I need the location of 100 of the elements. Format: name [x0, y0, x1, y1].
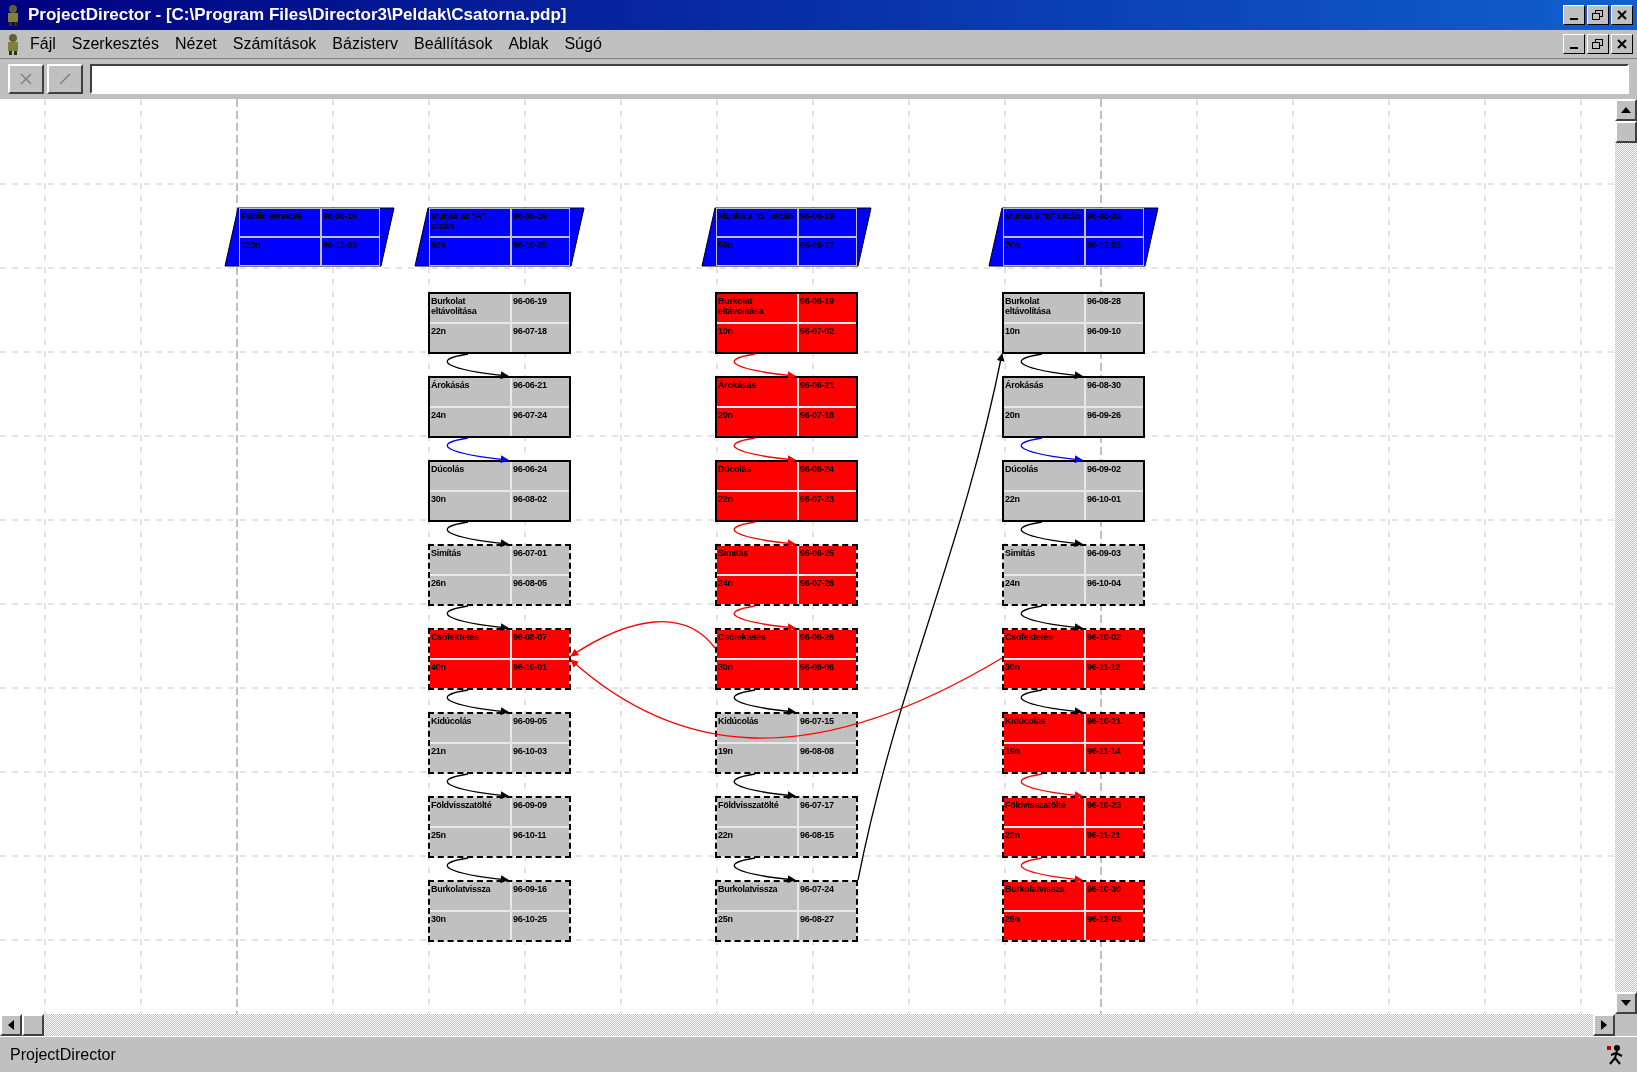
task-node[interactable]: Csőfektetés 96-06-26 30n 96-08-06 [715, 628, 858, 690]
scroll-thumb[interactable] [22, 1014, 44, 1036]
vertical-scrollbar[interactable] [1615, 99, 1637, 1014]
task-duration: 22n [717, 492, 797, 520]
task-node[interactable]: Dúcolás 96-09-02 22n 96-10-01 [1002, 460, 1145, 522]
end-date: 96-10-03 [512, 744, 569, 772]
minimize-button[interactable] [1563, 34, 1585, 54]
task-name: Kidúcolás [1004, 714, 1084, 742]
task-duration: 25n [1004, 912, 1084, 940]
start-date: 96-06-26 [799, 630, 856, 658]
start-date: 96-09-09 [512, 798, 569, 826]
restore-button[interactable] [1587, 34, 1609, 54]
start-date: 96-06-25 [799, 546, 856, 574]
menu-item[interactable]: Bázisterv [324, 33, 407, 55]
task-name: Burkolat eltávolítása [430, 294, 510, 322]
start-date: 96-09-02 [1086, 462, 1143, 490]
scroll-thumb[interactable] [1615, 121, 1637, 143]
task-name: Földvisszatölté [430, 798, 510, 826]
task-node[interactable]: Burkolat eltávolítása 96-06-19 22n 96-07-18 [428, 292, 571, 354]
restore-button[interactable] [1587, 5, 1609, 25]
confirm-button[interactable] [47, 64, 83, 94]
task-node[interactable]: Simítás 96-09-03 24n 96-10-04 [1002, 544, 1145, 606]
end-date: 96-12-03 [1086, 912, 1143, 940]
task-name: Csőfektetés [1004, 630, 1084, 658]
task-duration: 22n [1004, 828, 1084, 856]
scroll-left-button[interactable] [0, 1014, 22, 1036]
task-node[interactable]: Dúcolás 96-06-24 22n 96-07-23 [715, 460, 858, 522]
menu-item[interactable]: Súgó [556, 33, 610, 55]
task-duration: 22n [717, 828, 797, 856]
task-name: Simítás [1004, 546, 1084, 574]
task-node[interactable]: Dúcolás 96-06-24 30n 96-08-02 [428, 460, 571, 522]
task-node[interactable]: Árokásás 96-06-21 20n 96-07-18 [715, 376, 858, 438]
end-date: 96-08-05 [512, 576, 569, 604]
task-node[interactable]: Csőfektetés 96-10-02 30n 96-11-12 [1002, 628, 1145, 690]
menu-item[interactable]: Nézet [166, 33, 225, 55]
task-name: Kidúcolás [430, 714, 510, 742]
task-node[interactable]: Simítás 96-07-01 26n 96-08-05 [428, 544, 571, 606]
task-node[interactable]: Simítás 96-06-25 24n 96-07-26 [715, 544, 858, 606]
task-node[interactable]: Kidúcolás 96-09-05 21n 96-10-03 [428, 712, 571, 774]
scroll-right-button[interactable] [1593, 1014, 1615, 1036]
menu-item[interactable]: Számítások [224, 33, 325, 55]
start-date: 96-06-21 [799, 378, 856, 406]
end-date: 96-08-02 [512, 492, 569, 520]
task-node[interactable]: Földvisszatölté 96-09-09 25n 96-10-11 [428, 796, 571, 858]
close-button[interactable] [1611, 5, 1633, 25]
task-node[interactable]: Kidúcolás 96-07-15 19n 96-08-08 [715, 712, 858, 774]
horizontal-scrollbar[interactable] [0, 1014, 1637, 1036]
task-duration: 10n [1004, 324, 1084, 352]
task-node[interactable]: Földvisszatölté 96-07-17 22n 96-08-15 [715, 796, 858, 858]
close-button[interactable] [1611, 34, 1633, 54]
task-node[interactable]: Csőfektetés 96-08-07 40n 96-10-01 [428, 628, 571, 690]
start-date: 96-06-19 [799, 294, 856, 322]
minimize-icon [1570, 47, 1578, 49]
task-duration: 25n [430, 828, 510, 856]
status-text: ProjectDirector [10, 1045, 117, 1064]
task-duration: 30n [430, 912, 510, 940]
task-node[interactable]: Kidúcolás 96-10-21 19n 96-11-14 [1002, 712, 1145, 774]
task-name: Földvisszatölté [1004, 798, 1084, 826]
task-name: Dúcolás [430, 462, 510, 490]
cancel-button[interactable] [8, 64, 44, 94]
left-arrow-icon [8, 1020, 14, 1030]
start-date: 96-06-24 [512, 462, 569, 490]
end-date: 96-07-23 [799, 492, 856, 520]
task-duration: 10n [717, 324, 797, 352]
task-duration: 24n [717, 576, 797, 604]
task-node[interactable]: Burkolat eltávolítása 96-06-19 10n 96-07-02 [715, 292, 858, 354]
menu-item[interactable]: Beállítások [406, 33, 501, 55]
end-date: 96-08-15 [799, 828, 856, 856]
minimize-button[interactable] [1563, 5, 1585, 25]
end-date: 96-07-18 [512, 324, 569, 352]
task-duration: 30n [430, 492, 510, 520]
task-name: Dúcolás [1004, 462, 1084, 490]
task-node[interactable]: Földvisszatölté 96-10-23 22n 96-11-21 [1002, 796, 1145, 858]
task-duration: 22n [430, 324, 510, 352]
input-field[interactable] [90, 64, 1629, 94]
task-node[interactable]: Burkolatvissza 96-09-16 30n 96-10-25 [428, 880, 571, 942]
task-node[interactable]: Árokásás 96-06-21 24n 96-07-24 [428, 376, 571, 438]
end-date: 96-09-10 [1086, 324, 1143, 352]
task-name: Földvisszatölté [717, 798, 797, 826]
menu-item[interactable]: Szerkesztés [63, 33, 167, 55]
menu-item[interactable]: Ablak [500, 33, 557, 55]
task-node[interactable]: Burkolatvissza 96-10-30 25n 96-12-03 [1002, 880, 1145, 942]
menu-item[interactable]: Fájl [22, 33, 64, 55]
scroll-up-button[interactable] [1615, 99, 1637, 121]
task-name: Árokásás [717, 378, 797, 406]
end-date: 96-09-26 [1086, 408, 1143, 436]
task-duration: 19n [717, 744, 797, 772]
start-date: 96-06-21 [512, 378, 569, 406]
start-date: 96-08-30 [1086, 378, 1143, 406]
task-node[interactable]: Burkolatvissza 96-07-24 25n 96-08-27 [715, 880, 858, 942]
task-node[interactable]: Árokásás 96-08-30 20n 96-09-26 [1002, 376, 1145, 438]
task-name: Simítás [717, 546, 797, 574]
start-date: 96-09-05 [512, 714, 569, 742]
scroll-down-button[interactable] [1615, 992, 1637, 1014]
task-node[interactable]: Burkolat eltávolítása 96-08-28 10n 96-09-10 [1002, 292, 1145, 354]
task-name: Árokásás [430, 378, 510, 406]
end-date: 96-07-18 [799, 408, 856, 436]
start-date: 96-07-17 [799, 798, 856, 826]
start-date: 96-06-24 [799, 462, 856, 490]
task-duration: 20n [1004, 408, 1084, 436]
